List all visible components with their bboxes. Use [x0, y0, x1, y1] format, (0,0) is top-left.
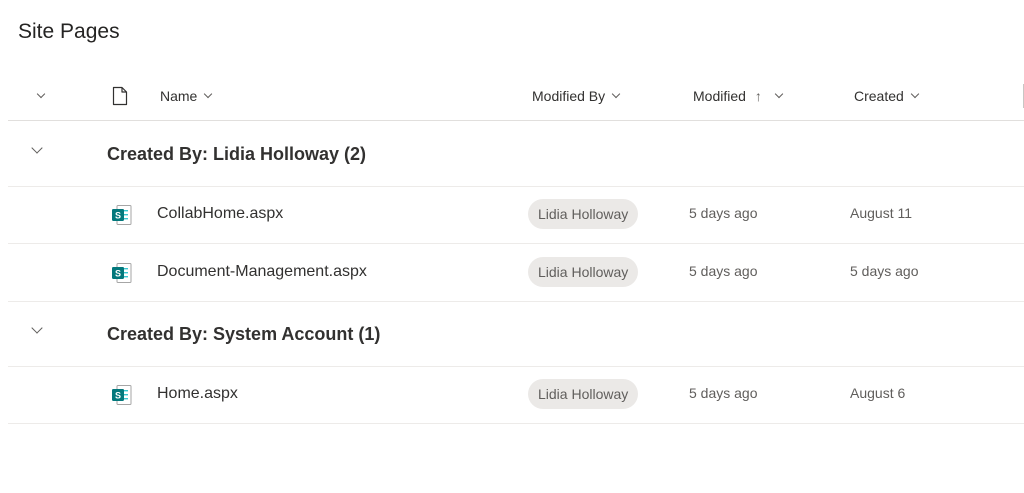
chevron-down-icon: [611, 89, 621, 99]
modified-date: 5 days ago: [689, 205, 758, 221]
column-header-modified-by-label: Modified By: [532, 88, 606, 104]
table-row[interactable]: S Home.aspx Lidia Holloway 5 days ago Au…: [8, 366, 1024, 424]
document-icon: [112, 86, 128, 106]
svg-text:S: S: [115, 211, 121, 221]
sharepoint-page-icon: S: [112, 385, 132, 405]
page-title: Site Pages: [18, 20, 120, 43]
column-header-created-label: Created: [854, 88, 904, 104]
svg-text:S: S: [115, 269, 121, 279]
modified-date: 5 days ago: [689, 385, 758, 401]
column-header-created[interactable]: Created: [854, 72, 920, 120]
modified-date: 5 days ago: [689, 263, 758, 279]
chevron-down-icon: [774, 89, 784, 99]
modified-by-person-pill[interactable]: Lidia Holloway: [528, 257, 639, 287]
created-date: August 6: [850, 385, 906, 401]
group-title: Created By: Lidia Holloway (2): [107, 144, 367, 164]
group-header[interactable]: Created By: Lidia Holloway (2): [8, 122, 1024, 187]
modified-by-person-pill[interactable]: Lidia Holloway: [528, 379, 639, 409]
column-header-modified-by[interactable]: Modified By: [532, 72, 621, 120]
file-name-link[interactable]: CollabHome.aspx: [157, 205, 283, 223]
group-header[interactable]: Created By: System Account (1): [8, 302, 1024, 367]
table-row[interactable]: S Document-Management.aspx Lidia Hollowa…: [8, 244, 1024, 302]
column-header-name[interactable]: Name: [160, 72, 213, 120]
column-header-name-label: Name: [160, 88, 198, 104]
sharepoint-page-icon: S: [112, 205, 132, 225]
chevron-down-icon[interactable]: [31, 142, 43, 154]
created-date: August 11: [850, 205, 913, 221]
chevron-down-icon: [36, 89, 46, 99]
svg-text:S: S: [115, 391, 121, 401]
file-type-column-header[interactable]: [112, 72, 128, 120]
table-row[interactable]: S CollabHome.aspx Lidia Holloway 5 days …: [8, 186, 1024, 244]
column-header-modified-label: Modified: [693, 88, 746, 104]
collapse-all-button[interactable]: [30, 72, 46, 120]
column-header-modified[interactable]: Modified ↑: [693, 72, 784, 120]
chevron-down-icon[interactable]: [31, 322, 43, 334]
created-date: 5 days ago: [850, 263, 919, 279]
group-title: Created By: System Account (1): [107, 324, 381, 344]
chevron-down-icon: [910, 89, 920, 99]
column-header-row: Name Modified By Modified ↑ Created: [8, 72, 1024, 121]
sort-ascending-arrow-icon: ↑: [754, 88, 762, 104]
chevron-down-icon: [204, 89, 213, 99]
file-name-link[interactable]: Document-Management.aspx: [157, 263, 367, 281]
modified-by-person-pill[interactable]: Lidia Holloway: [528, 199, 639, 229]
sharepoint-page-icon: S: [112, 263, 132, 283]
file-name-link[interactable]: Home.aspx: [157, 385, 238, 403]
